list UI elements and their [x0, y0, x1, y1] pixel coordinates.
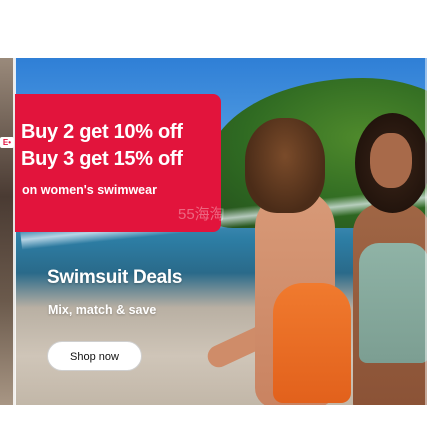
hero-subtitle: Mix, match & save	[48, 303, 157, 317]
green-swimsuit	[359, 243, 427, 363]
page: E• Buy 2 get 10% off Buy 3 get 15% off o…	[0, 0, 427, 425]
model-face	[370, 133, 412, 188]
model-hair	[245, 118, 325, 213]
promo-line-2: Buy 3 get 15% off	[21, 148, 183, 170]
orange-swimsuit	[273, 283, 351, 403]
hero-banner[interactable]: E• Buy 2 get 10% off Buy 3 get 15% off o…	[0, 58, 427, 405]
hero-title: Swimsuit Deals	[47, 267, 183, 288]
shop-now-button[interactable]: Shop now	[47, 341, 142, 371]
model-image-right	[345, 113, 427, 405]
promo-subtitle: on women's swimwear	[22, 183, 157, 197]
watermark: 55海淘	[178, 206, 225, 223]
model-image-left	[204, 118, 351, 405]
previous-slide-tag: E•	[0, 137, 14, 148]
promo-line-1: Buy 2 get 10% off	[21, 121, 183, 143]
